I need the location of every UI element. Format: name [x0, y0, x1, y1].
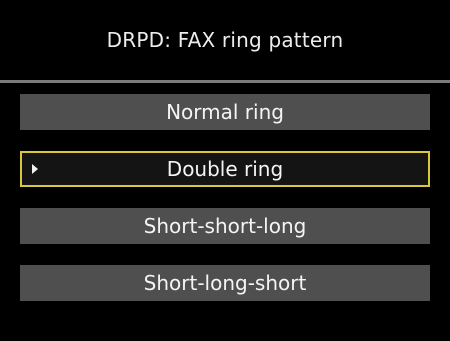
menu-item-double-ring[interactable]: Double ring [20, 151, 430, 187]
lcd-screen: DRPD: FAX ring pattern Normal ring Doubl… [0, 0, 450, 341]
menu-item-label: Short-long-short [143, 271, 307, 295]
menu-item-label: Normal ring [166, 100, 284, 124]
menu-item-label: Double ring [166, 157, 284, 181]
menu-item-short-long-short[interactable]: Short-long-short [20, 265, 430, 301]
menu-item-short-short-long[interactable]: Short-short-long [20, 208, 430, 244]
triangle-right-icon [32, 164, 38, 174]
menu-item-label: Short-short-long [143, 214, 307, 238]
screen-title: DRPD: FAX ring pattern [106, 28, 344, 52]
header-divider [0, 80, 450, 83]
menu-item-normal-ring[interactable]: Normal ring [20, 94, 430, 130]
